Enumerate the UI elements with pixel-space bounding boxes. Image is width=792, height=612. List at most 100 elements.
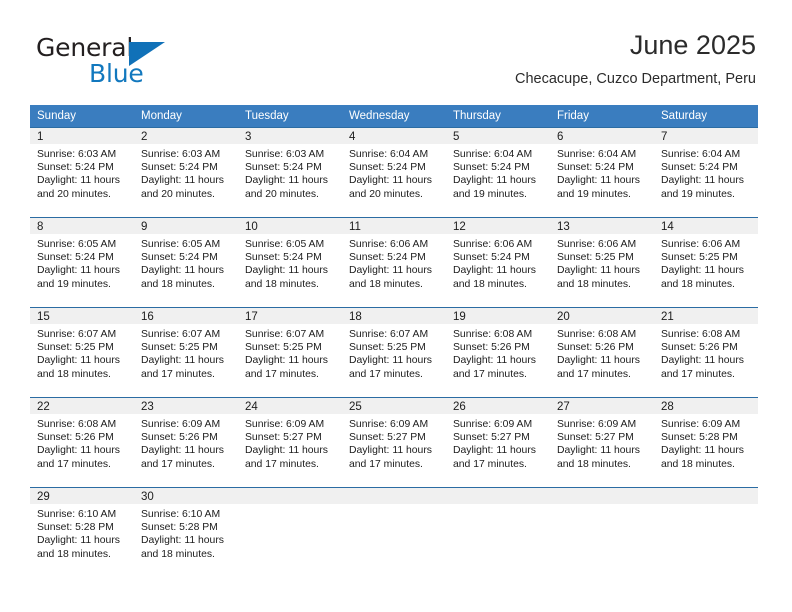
calendar-day-cell[interactable]: 15 Sunrise: 6:07 AM Sunset: 5:25 PM Dayligh… <box>30 307 134 398</box>
day-sunrise-text: Sunrise: 6:05 AM <box>245 239 325 250</box>
calendar-day-cell[interactable]: 7 Sunrise: 6:04 AM Sunset: 5:24 PM Daylight… <box>654 127 758 218</box>
day-sunrise-text: Sunrise: 6:06 AM <box>453 239 533 250</box>
day-details: Sunrise: 6:09 AM Sunset: 5:27 PM Daylight:… <box>446 414 550 471</box>
day-daylight-line2-text: and 20 minutes. <box>245 188 319 200</box>
calendar-day-cell[interactable]: 29 Sunrise: 6:10 AM Sunset: 5:28 PM Dayligh… <box>30 487 134 580</box>
day-details: Sunrise: 6:05 AM Sunset: 5:24 PM Daylight:… <box>238 234 342 291</box>
day-daylight-line2-text: and 18 minutes. <box>661 458 735 470</box>
calendar-day-cell[interactable]: 12 Sunrise: 6:06 AM Sunset: 5:24 PM Dayligh… <box>446 217 550 308</box>
day-number: 22 <box>30 398 134 414</box>
day-daylight-line2-text: and 17 minutes. <box>245 458 319 470</box>
day-number: 14 <box>654 218 758 234</box>
calendar-day-cell[interactable]: 22 Sunrise: 6:08 AM Sunset: 5:26 PM Dayligh… <box>30 397 134 488</box>
calendar-day-cell[interactable]: 8 Sunrise: 6:05 AM Sunset: 5:24 PM Daylight… <box>30 217 134 308</box>
day-daylight-line2-text: and 17 minutes. <box>557 368 631 380</box>
calendar-day-cell[interactable]: 26 Sunrise: 6:09 AM Sunset: 5:27 PM Dayligh… <box>446 397 550 488</box>
day-daylight-line1-text: Daylight: 11 hours <box>141 175 224 187</box>
day-sunrise-text: Sunrise: 6:07 AM <box>349 329 429 340</box>
day-cell-inner <box>654 488 758 576</box>
calendar-day-cell[interactable]: 20 Sunrise: 6:08 AM Sunset: 5:26 PM Dayligh… <box>550 307 654 398</box>
day-sunset-text: Sunset: 5:27 PM <box>557 432 634 444</box>
calendar-day-cell[interactable]: 25 Sunrise: 6:09 AM Sunset: 5:27 PM Dayligh… <box>342 397 446 488</box>
day-daylight-line2-text: and 17 minutes. <box>349 368 423 380</box>
day-daylight-line1-text: Daylight: 11 hours <box>453 445 536 457</box>
day-sunset-text: Sunset: 5:25 PM <box>661 252 738 264</box>
day-details: Sunrise: 6:09 AM Sunset: 5:26 PM Daylight:… <box>134 414 238 471</box>
brand-name-general: General <box>36 33 134 62</box>
day-daylight-line1-text: Daylight: 11 hours <box>453 265 536 277</box>
day-details: Sunrise: 6:09 AM Sunset: 5:28 PM Daylight:… <box>654 414 758 471</box>
day-details: Sunrise: 6:05 AM Sunset: 5:24 PM Daylight:… <box>30 234 134 291</box>
day-details <box>654 504 758 508</box>
day-details: Sunrise: 6:07 AM Sunset: 5:25 PM Daylight:… <box>134 324 238 381</box>
day-cell-inner: 30 Sunrise: 6:10 AM Sunset: 5:28 PM Dayligh… <box>134 488 238 576</box>
calendar-day-cell[interactable]: 1 Sunrise: 6:03 AM Sunset: 5:24 PM Daylight… <box>30 127 134 218</box>
day-sunset-text: Sunset: 5:24 PM <box>37 252 114 264</box>
day-cell-inner: 23 Sunrise: 6:09 AM Sunset: 5:26 PM Dayligh… <box>134 398 238 486</box>
day-details: Sunrise: 6:09 AM Sunset: 5:27 PM Daylight:… <box>550 414 654 471</box>
day-sunset-text: Sunset: 5:25 PM <box>349 342 426 354</box>
day-details <box>342 504 446 508</box>
day-number: 25 <box>342 398 446 414</box>
day-cell-inner: 24 Sunrise: 6:09 AM Sunset: 5:27 PM Dayligh… <box>238 398 342 486</box>
day-daylight-line2-text: and 18 minutes. <box>245 278 319 290</box>
weekday-header-thursday: Thursday <box>446 105 550 128</box>
day-daylight-line1-text: Daylight: 11 hours <box>557 265 640 277</box>
weekday-header-friday: Friday <box>550 105 654 128</box>
day-number: 23 <box>134 398 238 414</box>
calendar-day-cell[interactable]: 23 Sunrise: 6:09 AM Sunset: 5:26 PM Dayligh… <box>134 397 238 488</box>
day-sunset-text: Sunset: 5:27 PM <box>245 432 322 444</box>
day-number: 2 <box>134 128 238 144</box>
calendar-day-cell[interactable]: 6 Sunrise: 6:04 AM Sunset: 5:24 PM Daylight… <box>550 127 654 218</box>
calendar-day-cell[interactable]: 4 Sunrise: 6:04 AM Sunset: 5:24 PM Daylight… <box>342 127 446 218</box>
day-number: 9 <box>134 218 238 234</box>
day-number: 7 <box>654 128 758 144</box>
day-cell-inner: 22 Sunrise: 6:08 AM Sunset: 5:26 PM Dayligh… <box>30 398 134 486</box>
day-daylight-line1-text: Daylight: 11 hours <box>349 265 432 277</box>
day-sunset-text: Sunset: 5:26 PM <box>141 432 218 444</box>
day-daylight-line1-text: Daylight: 11 hours <box>245 355 328 367</box>
day-cell-inner: 6 Sunrise: 6:04 AM Sunset: 5:24 PM Daylight… <box>550 128 654 216</box>
calendar-day-cell[interactable]: 2 Sunrise: 6:03 AM Sunset: 5:24 PM Daylight… <box>134 127 238 218</box>
day-sunset-text: Sunset: 5:24 PM <box>453 252 530 264</box>
calendar-day-cell[interactable]: 28 Sunrise: 6:09 AM Sunset: 5:28 PM Dayligh… <box>654 397 758 488</box>
day-number: 11 <box>342 218 446 234</box>
calendar-day-cell[interactable]: 21 Sunrise: 6:08 AM Sunset: 5:26 PM Dayligh… <box>654 307 758 398</box>
day-daylight-line1-text: Daylight: 11 hours <box>661 445 744 457</box>
calendar-day-cell[interactable]: 3 Sunrise: 6:03 AM Sunset: 5:24 PM Daylight… <box>238 127 342 218</box>
day-sunrise-text: Sunrise: 6:07 AM <box>245 329 325 340</box>
calendar-day-cell[interactable]: 18 Sunrise: 6:07 AM Sunset: 5:25 PM Dayligh… <box>342 307 446 398</box>
day-cell-inner <box>238 488 342 576</box>
day-sunset-text: Sunset: 5:26 PM <box>557 342 634 354</box>
day-daylight-line1-text: Daylight: 11 hours <box>37 445 120 457</box>
day-sunset-text: Sunset: 5:24 PM <box>245 162 322 174</box>
day-daylight-line2-text: and 17 minutes. <box>661 368 735 380</box>
calendar-day-cell[interactable]: 13 Sunrise: 6:06 AM Sunset: 5:25 PM Dayligh… <box>550 217 654 308</box>
calendar-day-cell[interactable]: 11 Sunrise: 6:06 AM Sunset: 5:24 PM Dayligh… <box>342 217 446 308</box>
day-sunrise-text: Sunrise: 6:05 AM <box>37 239 117 250</box>
day-details: Sunrise: 6:09 AM Sunset: 5:27 PM Daylight:… <box>342 414 446 471</box>
calendar-day-cell[interactable]: 16 Sunrise: 6:07 AM Sunset: 5:25 PM Dayligh… <box>134 307 238 398</box>
day-daylight-line2-text: and 18 minutes. <box>349 278 423 290</box>
day-cell-inner: 1 Sunrise: 6:03 AM Sunset: 5:24 PM Daylight… <box>30 128 134 216</box>
day-daylight-line1-text: Daylight: 11 hours <box>141 535 224 547</box>
calendar-day-cell[interactable]: 10 Sunrise: 6:05 AM Sunset: 5:24 PM Dayligh… <box>238 217 342 308</box>
calendar-day-cell[interactable]: 30 Sunrise: 6:10 AM Sunset: 5:28 PM Dayligh… <box>134 487 238 580</box>
calendar-day-cell[interactable]: 9 Sunrise: 6:05 AM Sunset: 5:24 PM Daylight… <box>134 217 238 308</box>
calendar-day-cell[interactable]: 14 Sunrise: 6:06 AM Sunset: 5:25 PM Dayligh… <box>654 217 758 308</box>
day-sunset-text: Sunset: 5:28 PM <box>37 522 114 534</box>
day-number: 1 <box>30 128 134 144</box>
day-cell-inner: 25 Sunrise: 6:09 AM Sunset: 5:27 PM Dayligh… <box>342 398 446 486</box>
general-blue-logo[interactable]: General Blue <box>36 33 266 91</box>
calendar-day-cell[interactable]: 24 Sunrise: 6:09 AM Sunset: 5:27 PM Dayligh… <box>238 397 342 488</box>
calendar-day-cell[interactable]: 19 Sunrise: 6:08 AM Sunset: 5:26 PM Dayligh… <box>446 307 550 398</box>
day-sunset-text: Sunset: 5:24 PM <box>349 162 426 174</box>
day-cell-inner: 15 Sunrise: 6:07 AM Sunset: 5:25 PM Dayligh… <box>30 308 134 396</box>
calendar-day-cell[interactable]: 17 Sunrise: 6:07 AM Sunset: 5:25 PM Dayligh… <box>238 307 342 398</box>
calendar-day-cell[interactable]: 5 Sunrise: 6:04 AM Sunset: 5:24 PM Daylight… <box>446 127 550 218</box>
day-daylight-line1-text: Daylight: 11 hours <box>349 355 432 367</box>
day-number: 10 <box>238 218 342 234</box>
calendar-day-cell[interactable]: 27 Sunrise: 6:09 AM Sunset: 5:27 PM Dayligh… <box>550 397 654 488</box>
day-number: 20 <box>550 308 654 324</box>
day-sunrise-text: Sunrise: 6:06 AM <box>557 239 637 250</box>
